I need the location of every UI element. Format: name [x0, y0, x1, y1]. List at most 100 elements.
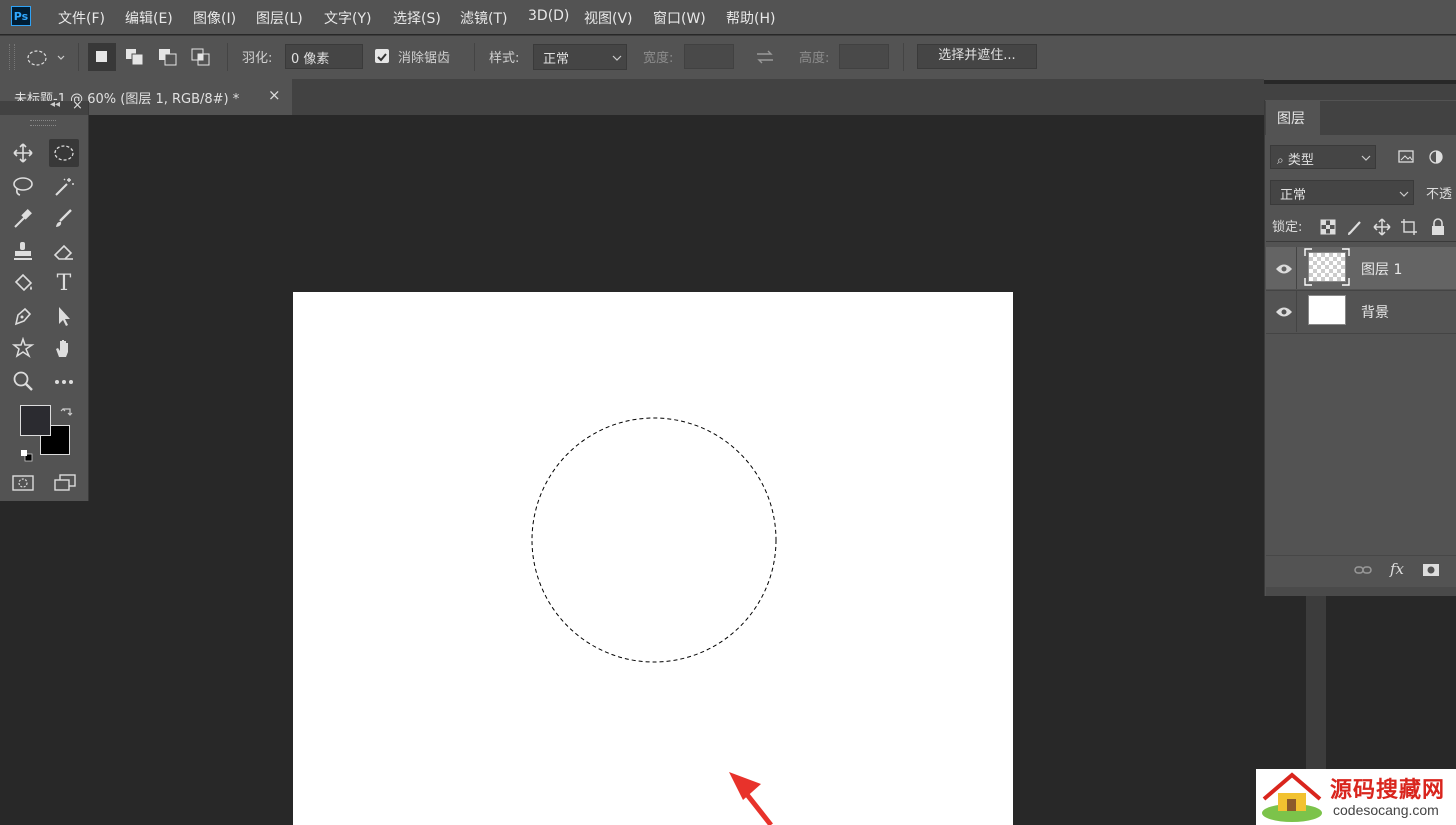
new-selection-icon: [96, 51, 107, 62]
new-selection-button[interactable]: [88, 43, 116, 71]
divider: [1296, 290, 1297, 332]
quick-mask-icon: [12, 475, 34, 491]
tool-preset-picker[interactable]: [26, 48, 68, 68]
magic-wand-icon: [55, 178, 74, 196]
collapse-icon[interactable]: ◂◂: [50, 99, 60, 110]
intersect-selection-button[interactable]: [187, 43, 215, 71]
menu-select[interactable]: 选择(S): [393, 8, 441, 28]
layer-style-fx-icon[interactable]: fx: [1390, 560, 1404, 578]
elliptical-marquee-tool[interactable]: [49, 139, 79, 167]
watermark-title: 源码搜藏网: [1330, 778, 1446, 803]
more-tools[interactable]: [49, 367, 79, 395]
lock-all-icon[interactable]: [1429, 218, 1447, 236]
brush-tool[interactable]: [49, 204, 79, 232]
move-icon: [13, 143, 33, 163]
lasso-tool[interactable]: [8, 172, 38, 200]
chevron-down-icon: [612, 55, 622, 61]
subtract-from-selection-button[interactable]: [154, 43, 182, 71]
filter-adjustment-layer-icon[interactable]: [1427, 148, 1445, 166]
lasso-icon: [13, 177, 33, 196]
add-mask-icon[interactable]: [1422, 562, 1440, 578]
default-colors-icon[interactable]: [21, 447, 33, 462]
photoshop-logo-icon[interactable]: Ps: [11, 6, 31, 26]
swap-colors-icon[interactable]: [60, 404, 74, 418]
foreground-color-swatch[interactable]: [20, 405, 51, 436]
style-select[interactable]: 正常: [533, 44, 627, 70]
add-selection-icon: [126, 49, 144, 66]
width-input[interactable]: [684, 44, 734, 69]
type-tool[interactable]: T: [49, 269, 79, 297]
filter-pixel-layer-icon[interactable]: [1397, 148, 1415, 166]
eyedropper-icon: [14, 209, 32, 228]
close-tab-icon[interactable]: ×: [268, 86, 281, 104]
search-icon: ⌕: [1277, 153, 1284, 167]
separator: [227, 43, 228, 71]
panel-header[interactable]: [1264, 84, 1456, 100]
watermark-url: codesocang.com: [1333, 802, 1439, 818]
move-tool[interactable]: [8, 139, 38, 167]
zoom-tool[interactable]: [8, 367, 38, 395]
blend-mode-select[interactable]: 正常: [1270, 180, 1414, 205]
visibility-eye-icon[interactable]: [1275, 304, 1293, 318]
toolbox-grip[interactable]: [30, 120, 56, 126]
close-toolbox-icon[interactable]: ×: [72, 98, 83, 113]
height-input[interactable]: [839, 44, 889, 69]
custom-shape-tool[interactable]: [8, 334, 38, 362]
hand-tool[interactable]: [49, 334, 79, 362]
feather-label: 羽化:: [242, 51, 273, 66]
menu-type[interactable]: 文字(Y): [324, 8, 371, 28]
menu-edit[interactable]: 编辑(E): [125, 8, 173, 28]
eyedropper-tool[interactable]: [8, 204, 38, 232]
paint-bucket-tool[interactable]: [8, 269, 38, 297]
layer-thumbnail-selection-corners: [1304, 248, 1350, 286]
menu-layer[interactable]: 图层(L): [256, 8, 303, 28]
menu-window[interactable]: 窗口(W): [653, 8, 706, 28]
lock-position-icon[interactable]: [1373, 218, 1391, 236]
antialias-checkbox[interactable]: [375, 49, 389, 63]
ellipse-marquee-icon: [54, 145, 74, 161]
path-selection-tool[interactable]: [49, 302, 79, 330]
lock-image-pixels-icon[interactable]: [1346, 218, 1364, 236]
arrow-pointer-icon: [59, 307, 70, 326]
select-and-mask-button[interactable]: 选择并遮住...: [917, 44, 1037, 69]
subtract-selection-icon: [159, 49, 177, 66]
layer-name[interactable]: 图层 1: [1361, 259, 1402, 279]
elliptical-selection-marquee[interactable]: [531, 417, 777, 663]
menu-filter[interactable]: 滤镜(T): [460, 8, 507, 28]
menu-3d[interactable]: 3D(D): [528, 8, 569, 24]
custom-shape-icon: [11, 337, 35, 359]
clone-stamp-tool[interactable]: [8, 237, 38, 265]
eraser-tool[interactable]: [49, 237, 79, 265]
pen-tool[interactable]: [8, 302, 38, 330]
layers-tab-label[interactable]: 图层: [1277, 108, 1305, 128]
magic-wand-tool[interactable]: [49, 172, 79, 200]
layer-name[interactable]: 背景: [1361, 302, 1389, 322]
screen-mode-button[interactable]: [52, 472, 78, 494]
menu-image[interactable]: 图像(I): [193, 8, 236, 28]
zoom-icon: [13, 371, 33, 391]
more-dots-icon: [55, 380, 73, 384]
intersect-selection-icon: [191, 48, 210, 66]
separator: [474, 43, 475, 71]
link-layers-icon[interactable]: [1353, 562, 1373, 578]
feather-input[interactable]: 0 像素: [285, 44, 363, 69]
watermark-logo: 源码搜藏网 codesocang.com: [1256, 769, 1456, 825]
house-logo-icon: [1262, 772, 1322, 822]
toolbox-header[interactable]: ◂◂ ×: [0, 98, 88, 115]
add-to-selection-button[interactable]: [121, 43, 149, 71]
layer-thumbnail[interactable]: [1308, 295, 1346, 325]
menu-file[interactable]: 文件(F): [58, 8, 105, 28]
quick-mask-button[interactable]: [10, 472, 36, 494]
paint-bucket-icon: [14, 273, 33, 292]
layer-filter-select[interactable]: ⌕ 类型: [1270, 145, 1376, 169]
visibility-eye-icon[interactable]: [1275, 261, 1293, 275]
menu-help[interactable]: 帮助(H): [726, 8, 775, 28]
menu-view[interactable]: 视图(V): [584, 8, 633, 28]
eraser-icon: [53, 244, 73, 260]
style-select-value: 正常: [543, 52, 570, 67]
swap-width-height-button[interactable]: [754, 48, 776, 66]
chevron-down-icon: [1361, 155, 1371, 161]
options-grip[interactable]: [9, 44, 15, 70]
lock-transparent-pixels-icon[interactable]: [1319, 218, 1337, 236]
lock-artboard-icon[interactable]: [1400, 218, 1418, 236]
